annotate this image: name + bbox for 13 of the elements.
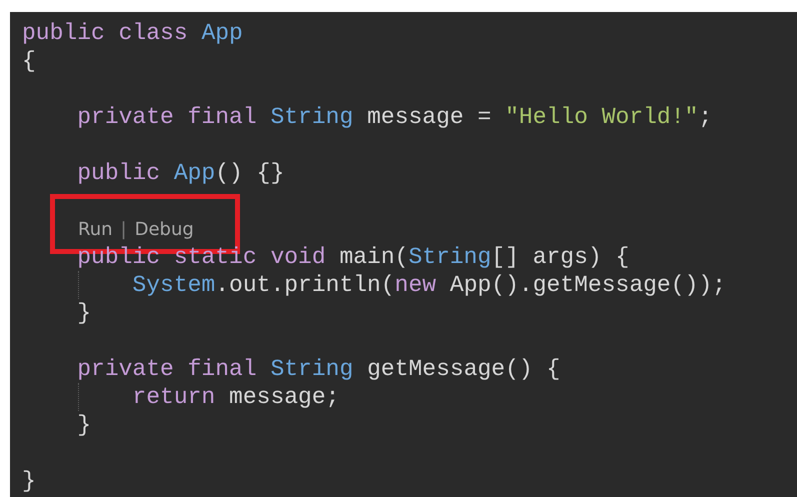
- codelens-link[interactable]: Run: [78, 216, 113, 242]
- codelens-link[interactable]: Debug: [134, 216, 194, 242]
- code-line: }: [76, 411, 92, 439]
- separator: |: [120, 218, 127, 242]
- code-line: public class App: [22, 19, 243, 47]
- code-line: {: [22, 47, 36, 75]
- code-line: private final String message = "Hello World!";: [76, 103, 712, 131]
- code-line: public App() {}: [76, 159, 284, 187]
- code-line: private final String getMessage() {: [76, 355, 560, 383]
- code-line: System.out.println(new App().getMessage());: [131, 271, 726, 299]
- code-line: }: [76, 299, 92, 327]
- code-line: return message;: [131, 383, 340, 411]
- code-line: }: [22, 467, 36, 495]
